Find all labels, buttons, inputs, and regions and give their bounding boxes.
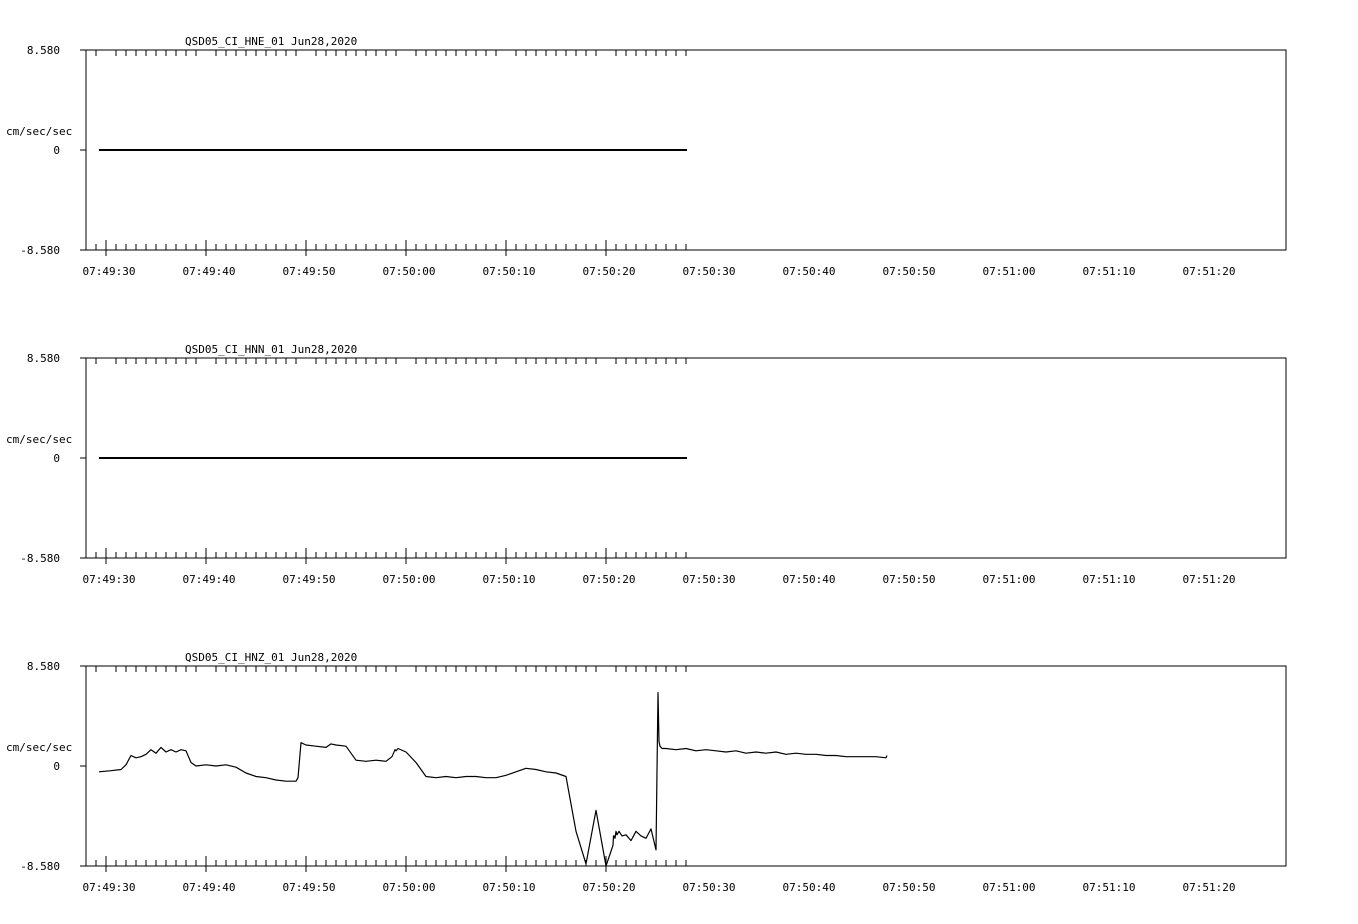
x-tick-label: 07:50:20 [583, 265, 636, 278]
y-axis-label: cm/sec/sec [6, 125, 72, 138]
x-tick-label: 07:49:40 [183, 573, 236, 586]
y-tick-label: 0 [53, 144, 60, 157]
x-tick-label: 07:49:30 [83, 573, 136, 586]
x-tick-label: 07:50:10 [483, 265, 536, 278]
x-tick-label: 07:50:50 [883, 881, 936, 894]
x-tick-label: 07:51:20 [1183, 573, 1236, 586]
x-tick-label: 07:50:10 [483, 881, 536, 894]
x-tick-label: 07:49:30 [83, 881, 136, 894]
x-tick-label: 07:51:10 [1083, 573, 1136, 586]
x-tick-label: 07:49:30 [83, 265, 136, 278]
panel-1: QSD05_CI_HNE_01 Jun28,2020 cm/sec/sec 8.58… [6, 35, 1287, 278]
x-tick-label: 07:49:50 [283, 573, 336, 586]
panel-title: QSD05_CI_HNN_01 Jun28,2020 [185, 343, 357, 356]
x-tick-label: 07:51:00 [983, 573, 1036, 586]
x-tick-label: 07:51:10 [1083, 265, 1136, 278]
x-tick-label: 07:50:00 [383, 265, 436, 278]
x-tick-label: 07:50:50 [883, 573, 936, 586]
y-axis-label: cm/sec/sec [6, 433, 72, 446]
panel-title: QSD05_CI_HNZ_01 Jun28,2020 [185, 651, 357, 664]
x-tick-label: 07:50:40 [783, 881, 836, 894]
x-tick-label: 07:50:20 [583, 881, 636, 894]
y-tick-label: 0 [53, 760, 60, 773]
x-tick-label: 07:51:00 [983, 265, 1036, 278]
x-tick-label: 07:50:30 [683, 573, 736, 586]
y-tick-label: 8.580 [27, 660, 60, 673]
panel-2: QSD05_CI_HNN_01 Jun28,2020 cm/sec/sec 8.58… [6, 343, 1287, 586]
x-tick-label: 07:51:20 [1183, 265, 1236, 278]
y-tick-label: 8.580 [27, 352, 60, 365]
x-tick-label: 07:50:40 [783, 573, 836, 586]
x-tick-label: 07:50:30 [683, 265, 736, 278]
x-tick-label: 07:50:00 [383, 573, 436, 586]
y-tick-label: 0 [53, 452, 60, 465]
x-tick-label: 07:50:40 [783, 265, 836, 278]
y-tick-label: -8.580 [20, 860, 60, 873]
x-tick-label: 07:51:20 [1183, 881, 1236, 894]
x-tick-label: 07:49:50 [283, 265, 336, 278]
plot-frame [85, 665, 1287, 867]
x-tick-label: 07:49:50 [283, 881, 336, 894]
x-tick-label: 07:50:50 [883, 265, 936, 278]
x-tick-label: 07:49:40 [183, 881, 236, 894]
x-tick-label: 07:50:30 [683, 881, 736, 894]
x-tick-label: 07:50:10 [483, 573, 536, 586]
x-tick-label: 07:49:40 [183, 265, 236, 278]
y-tick-label: -8.580 [20, 552, 60, 565]
panel-title: QSD05_CI_HNE_01 Jun28,2020 [185, 35, 357, 48]
x-tick-label: 07:50:20 [583, 573, 636, 586]
panel-3: QSD05_CI_HNZ_01 Jun28,2020 cm/sec/sec 8.58… [6, 651, 1287, 894]
seismogram-figure: QSD05_CI_HNE_01 Jun28,2020 cm/sec/sec 8.58… [6, 35, 1287, 894]
series-line [98, 692, 888, 867]
x-tick-label: 07:51:00 [983, 881, 1036, 894]
x-tick-label: 07:51:10 [1083, 881, 1136, 894]
x-tick-label: 07:50:00 [383, 881, 436, 894]
y-tick-label: -8.580 [20, 244, 60, 257]
y-tick-label: 8.580 [27, 44, 60, 57]
y-axis-label: cm/sec/sec [6, 741, 72, 754]
